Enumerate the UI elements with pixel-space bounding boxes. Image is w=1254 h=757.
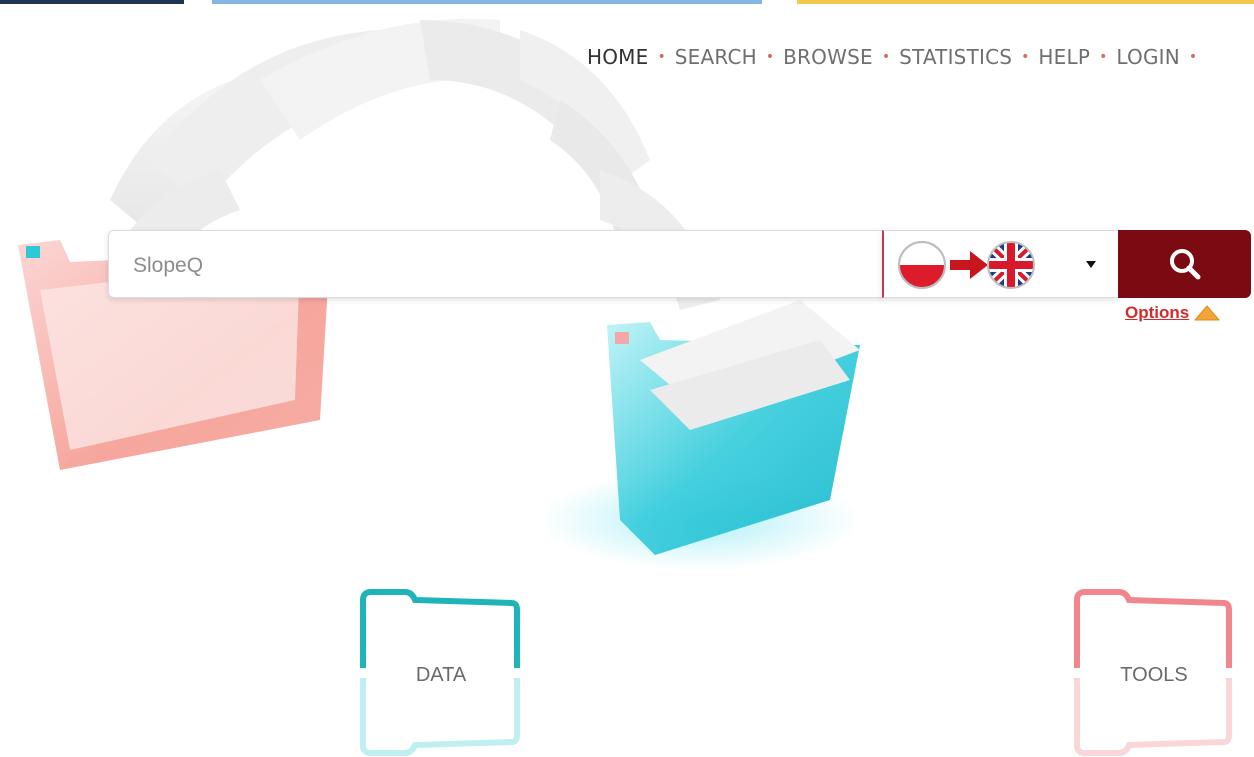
nav-separator: • (765, 49, 775, 65)
options-label: Options (1125, 303, 1190, 322)
tools-tile-label: TOOLS (1120, 664, 1188, 686)
nav-browse[interactable]: BROWSE (783, 45, 873, 69)
search-bar (108, 230, 1251, 298)
uk-flag-icon (987, 241, 1035, 289)
nav-separator: • (1021, 49, 1030, 65)
arrow-right-icon (950, 251, 988, 279)
data-tile[interactable]: DATA (363, 592, 519, 754)
language-selector[interactable] (882, 230, 1118, 298)
nav-statistics[interactable]: STATISTICS (899, 45, 1012, 69)
search-box (108, 230, 884, 298)
nav-login[interactable]: LOGIN (1116, 45, 1180, 69)
nav-separator: • (1188, 49, 1198, 65)
hero-illustration (18, 18, 1232, 756)
data-tile-label: DATA (415, 664, 467, 686)
tools-tile[interactable]: TOOLS (1077, 592, 1231, 754)
options-link[interactable]: Options (1125, 303, 1221, 323)
triangle-up-icon (1194, 305, 1220, 321)
poland-flag-icon (898, 241, 946, 289)
nav-separator: • (657, 49, 666, 65)
chevron-down-icon (1086, 261, 1096, 268)
nav-separator: • (1099, 49, 1108, 65)
search-input[interactable] (131, 247, 875, 285)
language-pair-icons (898, 241, 1096, 289)
search-button[interactable] (1118, 230, 1251, 298)
nav-home[interactable]: HOME (587, 45, 648, 69)
search-icon (1170, 249, 1201, 280)
nav-search[interactable]: SEARCH (675, 45, 757, 69)
nav-separator: • (881, 49, 891, 65)
main-nav: HOME • SEARCH • BROWSE • STATISTICS • HE… (587, 45, 1206, 69)
nav-help[interactable]: HELP (1038, 45, 1090, 69)
